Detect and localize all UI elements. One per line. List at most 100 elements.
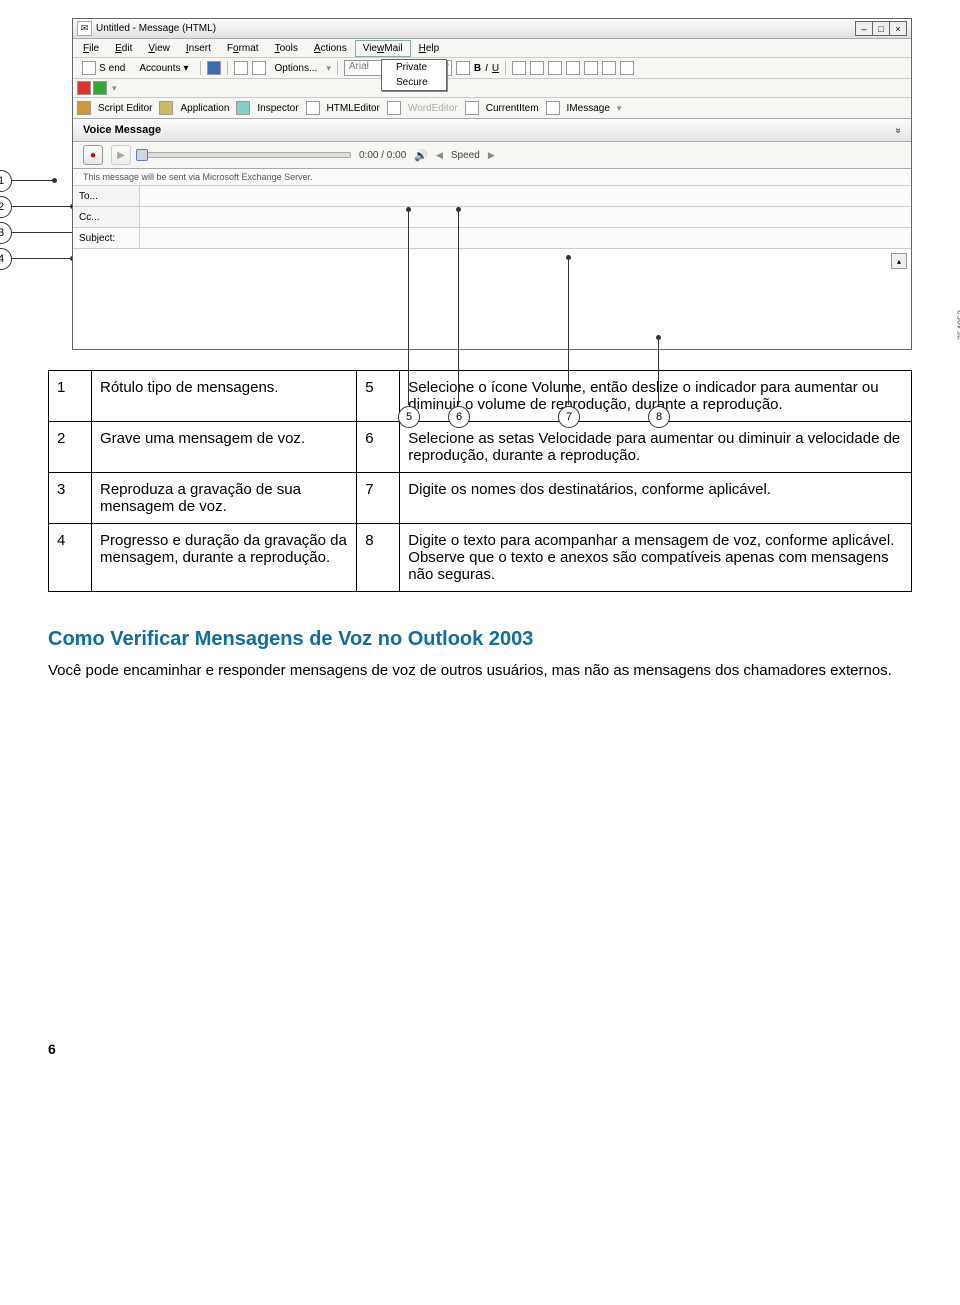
play-icon: ▶ (117, 150, 125, 161)
align-left-icon[interactable] (512, 61, 526, 75)
toolbar-main: Send Accounts ▾ Options... ▾ Arial 10 B … (73, 58, 911, 79)
scroll-up-button[interactable]: ▴ (891, 253, 907, 269)
list-number-icon[interactable] (584, 61, 598, 75)
wordeditor-button[interactable]: WordEditor (404, 102, 462, 115)
flag-green-icon[interactable] (93, 81, 107, 95)
menu-viewmail[interactable]: ViewMail (355, 40, 411, 57)
volume-icon[interactable]: 🔊 (414, 149, 428, 162)
options-button[interactable]: Options... (270, 61, 323, 76)
callout-2-label: 2 (0, 201, 4, 213)
application-button[interactable]: Application (176, 102, 233, 115)
legend-num: 2 (49, 422, 92, 473)
to-input[interactable] (140, 186, 911, 206)
message-body[interactable]: ▴ (73, 249, 911, 349)
menu-format[interactable]: Format (219, 40, 267, 57)
callout-1-label: 1 (0, 175, 4, 187)
callout-8-line (658, 338, 659, 405)
menu-actions[interactable]: Actions (306, 40, 355, 57)
fontcolor-icon[interactable] (456, 61, 470, 75)
menu-insert[interactable]: Insert (178, 40, 219, 57)
menu-edit[interactable]: Edit (107, 40, 140, 57)
close-button[interactable]: × (889, 21, 907, 36)
legend-num: 7 (357, 473, 400, 524)
minimize-button[interactable]: – (855, 21, 873, 36)
list-bullet-icon[interactable] (566, 61, 580, 75)
currentitem-icon (465, 101, 479, 115)
speed-label: Speed (451, 150, 480, 161)
exchange-note: This message will be sent via Microsoft … (73, 169, 911, 186)
align-center-icon[interactable] (530, 61, 544, 75)
underline-button[interactable]: U (492, 63, 499, 74)
progress-track[interactable] (139, 152, 351, 158)
image-number: 254953 (956, 310, 960, 340)
callout-2: 2 (0, 196, 12, 218)
dropdown-secure[interactable]: Secure (382, 75, 446, 90)
callout-3-label: 3 (0, 227, 4, 239)
callout-6-label: 6 (456, 411, 462, 423)
send-icon (82, 61, 96, 75)
italic-button[interactable]: I (485, 63, 488, 74)
callout-8-label: 8 (656, 411, 662, 423)
play-button[interactable]: ▶ (111, 145, 131, 165)
to-button[interactable]: To... (73, 186, 140, 206)
toolbar-dev: Script Editor Application Inspector HTML… (73, 98, 911, 119)
record-icon: ● (90, 150, 96, 161)
script-editor-icon (77, 101, 91, 115)
cut-icon[interactable] (234, 61, 248, 75)
font-value: Arial (349, 61, 369, 72)
speed-down-icon[interactable]: ◀ (436, 150, 443, 161)
legend-table: 1 Rótulo tipo de mensagens. 5 Selecione … (48, 370, 912, 592)
htmleditor-button[interactable]: HTMLEditor (323, 102, 384, 115)
callout-3: 3 (0, 222, 12, 244)
record-button[interactable]: ● (83, 145, 103, 165)
callout-2-line (12, 206, 72, 207)
save-icon[interactable] (207, 61, 221, 75)
legend-num: 5 (357, 371, 400, 422)
outdent-icon[interactable] (602, 61, 616, 75)
menu-view[interactable]: View (140, 40, 178, 57)
speed-up-icon[interactable]: ▶ (488, 150, 495, 161)
menu-file[interactable]: File (75, 40, 107, 57)
time-label: 0:00 / 0:00 (359, 150, 406, 161)
window-icon: ✉ (77, 21, 92, 36)
cc-input[interactable] (140, 207, 911, 227)
progress-thumb[interactable] (136, 149, 148, 161)
viewmail-dropdown: Private Secure (381, 59, 447, 91)
flag-red-icon[interactable] (77, 81, 91, 95)
callout-1-line (12, 180, 54, 181)
callout-5-label: 5 (406, 411, 412, 423)
attach-icon[interactable] (252, 61, 266, 75)
section-heading: Como Verificar Mensagens de Voz no Outlo… (48, 628, 912, 651)
page-number: 6 (48, 1041, 960, 1057)
maximize-button[interactable]: □ (872, 21, 890, 36)
callout-6-line (458, 210, 459, 405)
legend-text: Rótulo tipo de mensagens. (92, 371, 357, 422)
align-right-icon[interactable] (548, 61, 562, 75)
to-row: To... (73, 186, 911, 207)
subject-input[interactable] (139, 228, 911, 248)
legend-num: 6 (357, 422, 400, 473)
menu-bar: File Edit View Insert Format Tools Actio… (73, 39, 911, 58)
inspector-button[interactable]: Inspector (253, 102, 302, 115)
legend-num: 3 (49, 473, 92, 524)
cc-button[interactable]: Cc... (73, 207, 140, 227)
accounts-button[interactable]: Accounts ▾ (134, 61, 193, 76)
callout-1: 1 (0, 170, 12, 192)
voice-message-header[interactable]: Voice Message » (73, 119, 911, 142)
htmleditor-icon (306, 101, 320, 115)
send-button[interactable]: Send (77, 59, 130, 77)
indent-icon[interactable] (620, 61, 634, 75)
script-editor-button[interactable]: Script Editor (94, 102, 156, 115)
menu-tools[interactable]: Tools (267, 40, 306, 57)
currentitem-button[interactable]: CurrentItem (482, 102, 543, 115)
legend-text: Reproduza a gravação de sua mensagem de … (92, 473, 357, 524)
menu-help[interactable]: Help (411, 40, 448, 57)
application-icon (159, 101, 173, 115)
callout-6: 6 (448, 406, 470, 428)
imessage-button[interactable]: IMessage (563, 102, 614, 115)
callout-7-line (568, 258, 569, 405)
callout-7-label: 7 (566, 411, 572, 423)
dropdown-private[interactable]: Private (382, 60, 446, 75)
player-bar: ● ▶ 0:00 / 0:00 🔊 ◀ Speed ▶ (73, 142, 911, 169)
bold-button[interactable]: B (474, 63, 481, 74)
